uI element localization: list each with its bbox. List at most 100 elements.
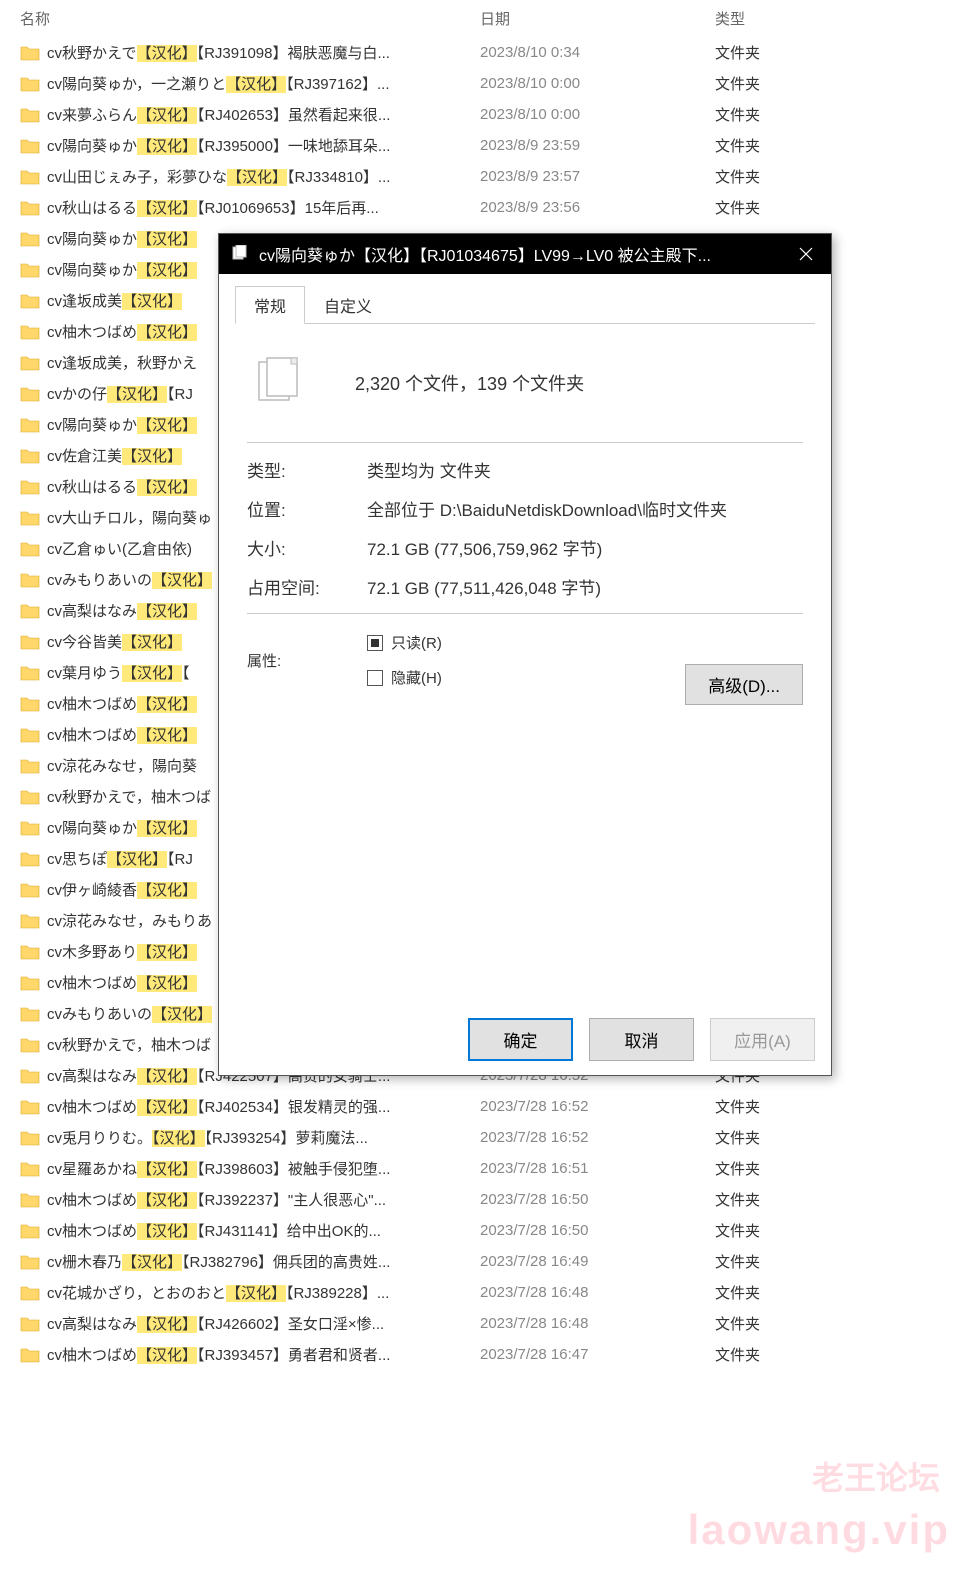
folder-icon (20, 570, 40, 590)
file-date: 2023/8/10 0:34 (480, 44, 715, 61)
folder-icon (20, 291, 40, 311)
titlebar[interactable]: cv陽向葵ゅか【汉化】【RJ01034675】LV99→LV0 被公主殿下... (219, 234, 831, 274)
file-date: 2023/7/28 16:51 (480, 1160, 715, 1177)
header-type[interactable]: 类型 (715, 8, 875, 29)
watermark-text-1: 老王论坛 (812, 1453, 940, 1499)
file-name: cv秋山はるる【汉化】【RJ01069653】15年后再... (47, 197, 480, 218)
file-name: cv陽向葵ゅか【汉化】【RJ395000】一味地舔耳朵... (47, 135, 480, 156)
column-headers: 名称 日期 类型 (0, 0, 960, 37)
table-row[interactable]: cv秋野かえで【汉化】【RJ391098】褐肤恶魔与白...2023/8/10 … (0, 37, 960, 68)
table-row[interactable]: cv花城かざり，とおのおと【汉化】【RJ389228】...2023/7/28 … (0, 1277, 960, 1308)
file-date: 2023/8/9 23:56 (480, 199, 715, 216)
table-row[interactable]: cv柚木つばめ【汉化】【RJ402534】银发精灵的强...2023/7/28 … (0, 1091, 960, 1122)
folder-icon (20, 601, 40, 621)
multi-folder-icon (231, 245, 249, 263)
file-type: 文件夹 (715, 73, 865, 94)
tab-custom[interactable]: 自定义 (305, 286, 391, 324)
table-row[interactable]: cv高梨はなみ【汉化】【RJ426602】圣女口淫×惨...2023/7/28 … (0, 1308, 960, 1339)
file-date: 2023/7/28 16:52 (480, 1098, 715, 1115)
table-row[interactable]: cv柚木つばめ【汉化】【RJ431141】给中出OK的...2023/7/28 … (0, 1215, 960, 1246)
summary-text: 2,320 个文件，139 个文件夹 (355, 370, 584, 396)
files-stack-icon (253, 352, 309, 412)
ok-button[interactable]: 确定 (468, 1018, 573, 1061)
value-type: 类型均为 文件夹 (367, 457, 803, 482)
label-attrs: 属性: (247, 650, 367, 671)
file-name: cv秋野かえで【汉化】【RJ391098】褐肤恶魔与白... (47, 42, 480, 63)
file-type: 文件夹 (715, 1313, 865, 1334)
file-date: 2023/7/28 16:50 (480, 1222, 715, 1239)
advanced-button[interactable]: 高级(D)... (685, 664, 803, 705)
file-name: cv柚木つばめ【汉化】【RJ393457】勇者君和贤者... (47, 1344, 480, 1365)
folder-icon (20, 384, 40, 404)
table-row[interactable]: cv星羅あかね【汉化】【RJ398603】被触手侵犯堕...2023/7/28 … (0, 1153, 960, 1184)
file-date: 2023/8/10 0:00 (480, 75, 715, 92)
folder-icon (20, 725, 40, 745)
file-type: 文件夹 (715, 197, 865, 218)
tab-general[interactable]: 常规 (235, 286, 305, 324)
table-row[interactable]: cv柚木つばめ【汉化】【RJ393457】勇者君和贤者...2023/7/28 … (0, 1339, 960, 1370)
cancel-button[interactable]: 取消 (589, 1018, 694, 1061)
folder-icon (20, 1252, 40, 1272)
label-type: 类型: (247, 457, 367, 482)
file-name: cv高梨はなみ【汉化】【RJ426602】圣女口淫×惨... (47, 1313, 480, 1334)
file-type: 文件夹 (715, 1189, 865, 1210)
file-type: 文件夹 (715, 1220, 865, 1241)
folder-icon (20, 105, 40, 125)
folder-icon (20, 477, 40, 497)
apply-button[interactable]: 应用(A) (710, 1018, 815, 1061)
table-row[interactable]: cv陽向葵ゅか，一之瀬りと【汉化】【RJ397162】...2023/8/10 … (0, 68, 960, 99)
file-type: 文件夹 (715, 135, 865, 156)
table-row[interactable]: cv陽向葵ゅか【汉化】【RJ395000】一味地舔耳朵...2023/8/9 2… (0, 130, 960, 161)
file-date: 2023/7/28 16:48 (480, 1315, 715, 1332)
header-date[interactable]: 日期 (480, 8, 715, 29)
file-name: cv柚木つばめ【汉化】【RJ392237】"主人很恶心"... (47, 1189, 480, 1210)
close-button[interactable] (781, 234, 831, 274)
folder-icon (20, 756, 40, 776)
header-name[interactable]: 名称 (20, 8, 480, 29)
readonly-label: 只读(R) (391, 632, 442, 653)
hidden-checkbox[interactable] (367, 670, 383, 686)
folder-icon (20, 1066, 40, 1086)
folder-icon (20, 1128, 40, 1148)
file-type: 文件夹 (715, 1127, 865, 1148)
file-name: cv兎月りりむ。【汉化】【RJ393254】萝莉魔法... (47, 1127, 480, 1148)
readonly-checkbox[interactable] (367, 635, 383, 651)
file-date: 2023/7/28 16:49 (480, 1253, 715, 1270)
label-location: 位置: (247, 496, 367, 521)
file-name: cv柚木つばめ【汉化】【RJ402534】银发精灵的强... (47, 1096, 480, 1117)
folder-icon (20, 508, 40, 528)
folder-icon (20, 260, 40, 280)
table-row[interactable]: cv兎月りりむ。【汉化】【RJ393254】萝莉魔法...2023/7/28 1… (0, 1122, 960, 1153)
folder-icon (20, 880, 40, 900)
table-row[interactable]: cv来夢ふらん【汉化】【RJ402653】虽然看起来很...2023/8/10 … (0, 99, 960, 130)
folder-icon (20, 43, 40, 63)
table-row[interactable]: cv山田じぇみ子，彩夢ひな【汉化】【RJ334810】...2023/8/9 2… (0, 161, 960, 192)
file-type: 文件夹 (715, 1251, 865, 1272)
dialog-body: 2,320 个文件，139 个文件夹 类型:类型均为 文件夹 位置:全部位于 D… (219, 324, 831, 1006)
file-date: 2023/7/28 16:50 (480, 1191, 715, 1208)
folder-icon (20, 849, 40, 869)
folder-icon (20, 973, 40, 993)
value-size-on-disk: 72.1 GB (77,511,426,048 字节) (367, 574, 803, 599)
properties-dialog: cv陽向葵ゅか【汉化】【RJ01034675】LV99→LV0 被公主殿下...… (218, 233, 832, 1076)
folder-icon (20, 415, 40, 435)
file-type: 文件夹 (715, 42, 865, 63)
label-size: 大小: (247, 535, 367, 560)
file-name: cv山田じぇみ子，彩夢ひな【汉化】【RJ334810】... (47, 166, 480, 187)
folder-icon (20, 1283, 40, 1303)
folder-icon (20, 446, 40, 466)
watermark-text-2: laowang.vip (688, 1506, 950, 1554)
folder-icon (20, 1345, 40, 1365)
folder-icon (20, 632, 40, 652)
table-row[interactable]: cv秋山はるる【汉化】【RJ01069653】15年后再...2023/8/9 … (0, 192, 960, 223)
file-date: 2023/8/9 23:57 (480, 168, 715, 185)
folder-icon (20, 353, 40, 373)
folder-icon (20, 1221, 40, 1241)
file-date: 2023/8/10 0:00 (480, 106, 715, 123)
file-type: 文件夹 (715, 1344, 865, 1365)
table-row[interactable]: cv栅木春乃【汉化】【RJ382796】佣兵团的高贵姓...2023/7/28 … (0, 1246, 960, 1277)
folder-icon (20, 1159, 40, 1179)
file-type: 文件夹 (715, 1096, 865, 1117)
table-row[interactable]: cv柚木つばめ【汉化】【RJ392237】"主人很恶心"...2023/7/28… (0, 1184, 960, 1215)
file-date: 2023/8/9 23:59 (480, 137, 715, 154)
